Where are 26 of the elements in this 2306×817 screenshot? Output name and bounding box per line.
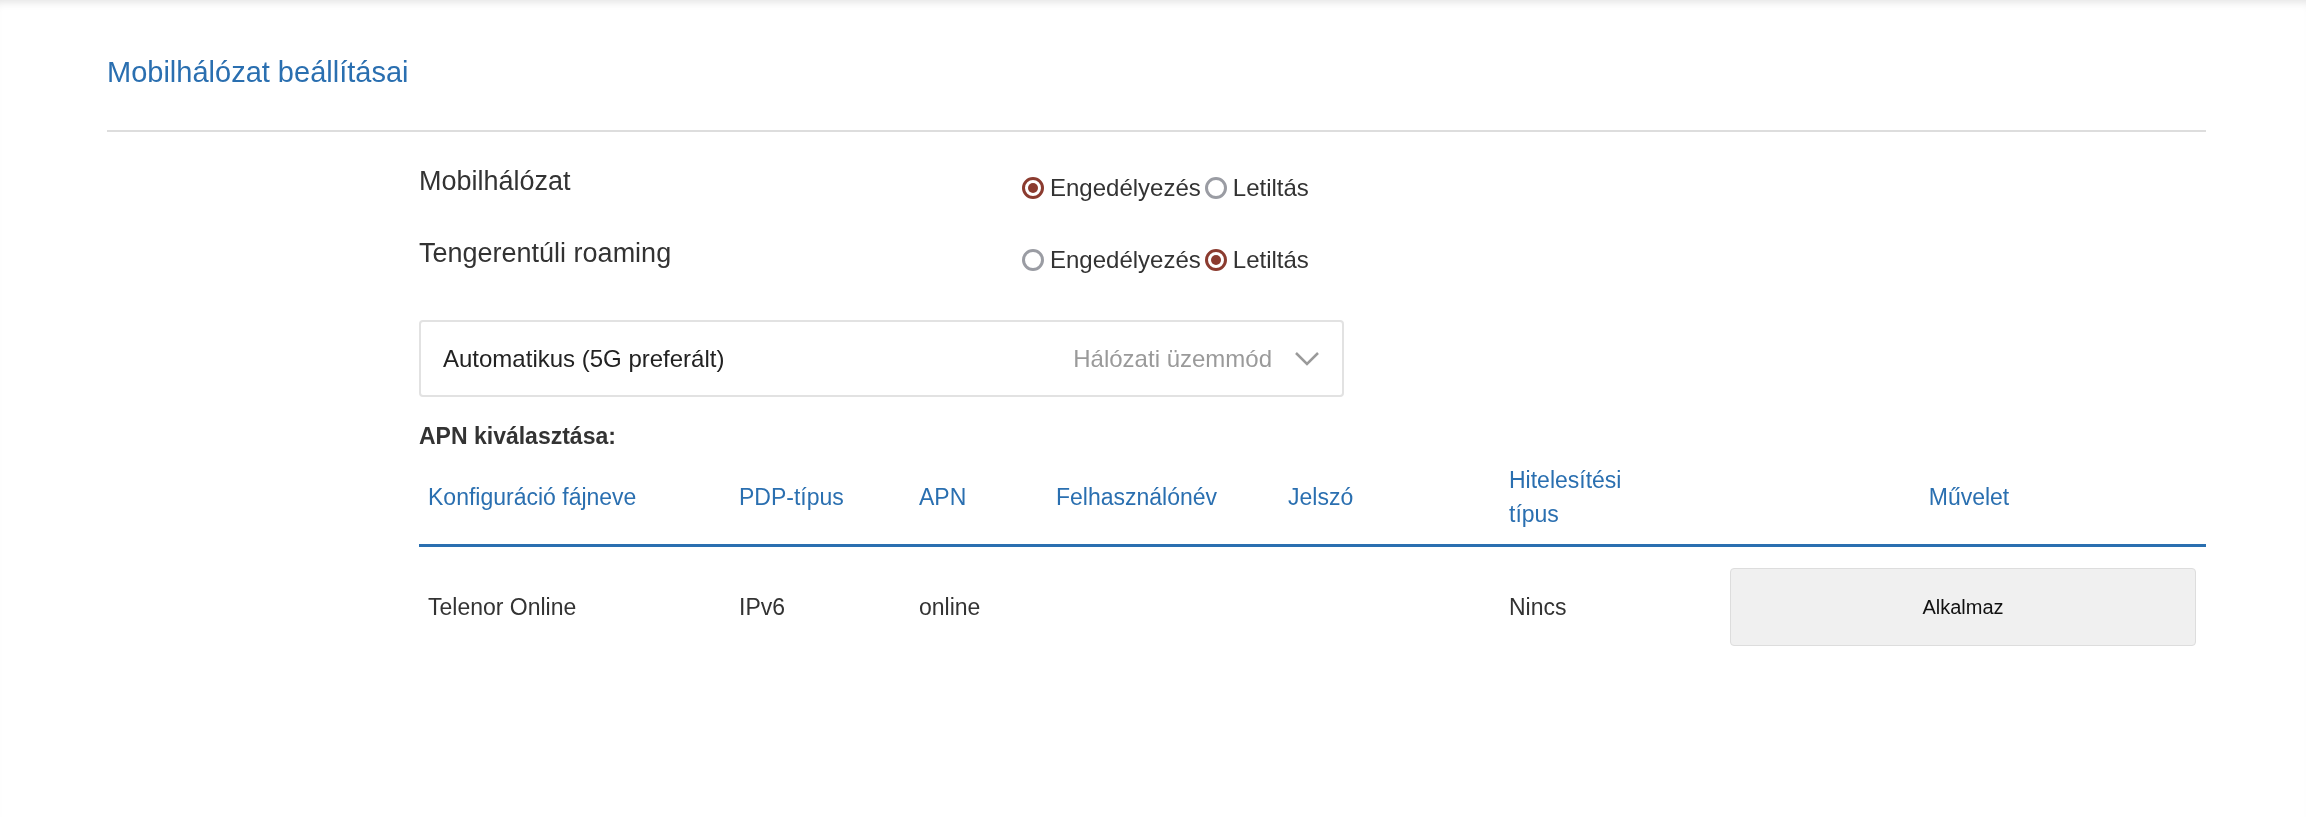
- table-cell-text: Telenor Online: [427, 593, 578, 621]
- radio-button[interactable]: [1022, 249, 1044, 271]
- radio-label[interactable]: Letiltás: [1232, 246, 1309, 274]
- radio-label[interactable]: Engedélyezés: [1050, 246, 1201, 274]
- column-header: APN: [918, 483, 968, 512]
- network-mode-dropdown[interactable]: Automatikus (5G preferált) Hálózati üzemmód: [419, 320, 1344, 397]
- column-header: PDP-típus: [738, 483, 845, 512]
- radio-button[interactable]: [1022, 177, 1044, 199]
- setting-label: Tengerentúli roaming: [419, 237, 673, 269]
- section-label: APN kiválasztása:: [419, 423, 617, 450]
- radio-label[interactable]: Letiltás: [1232, 174, 1309, 202]
- setting-label: Mobilhálózat: [419, 165, 572, 197]
- page-title: Mobilhálózat beállításai: [107, 55, 410, 90]
- apply-button[interactable]: Alkalmaz: [1730, 568, 2196, 646]
- column-header: Hitelesítési típus: [1508, 466, 1623, 529]
- table-cell-text: online: [918, 593, 982, 621]
- column-header: Konfiguráció fájneve: [427, 483, 638, 512]
- column-header: Felhasználónév: [1055, 483, 1219, 512]
- column-header: Művelet: [1927, 483, 2011, 512]
- radio-label[interactable]: Engedélyezés: [1050, 174, 1201, 202]
- table-cell-text: IPv6: [738, 593, 787, 621]
- radio-button[interactable]: [1204, 177, 1227, 199]
- chevron-down-icon: [1294, 350, 1320, 367]
- radio-button[interactable]: [1204, 249, 1227, 271]
- table-cell-text: Nincs: [1508, 593, 1568, 621]
- column-header: Jelszó: [1287, 483, 1355, 512]
